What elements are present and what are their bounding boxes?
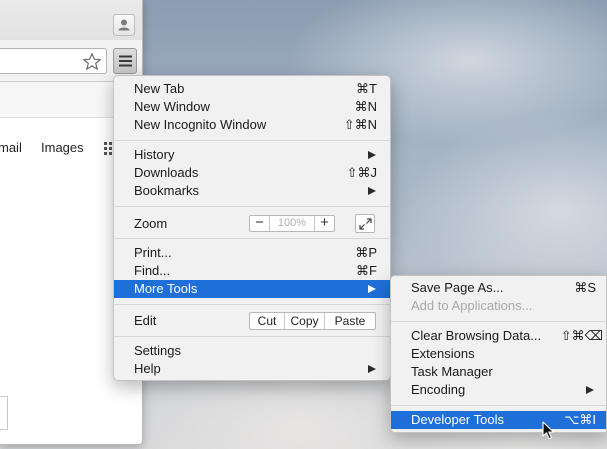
menu-item-label: Print... xyxy=(134,245,172,260)
menu-separator xyxy=(391,321,606,322)
menu-item-task-manager[interactable]: Task Manager xyxy=(391,363,606,381)
menu-separator xyxy=(114,336,390,337)
copy-button[interactable]: Copy xyxy=(284,313,324,329)
menu-item-zoom: Zoom − 100% + xyxy=(114,213,390,235)
menu-item-edit: Edit Cut Copy Paste xyxy=(114,310,390,332)
zoom-level: 100% xyxy=(277,217,307,229)
zoom-control: − 100% + xyxy=(249,215,335,232)
shortcut-label: ⌘F xyxy=(356,263,377,278)
paste-button[interactable]: Paste xyxy=(324,313,375,329)
profile-icon xyxy=(118,19,130,31)
address-bar[interactable] xyxy=(0,48,107,74)
submenu-arrow-icon xyxy=(368,187,376,195)
shortcut-label: ⌘T xyxy=(356,81,377,96)
menu-separator xyxy=(114,238,390,239)
shortcut-label: ⌘S xyxy=(574,280,596,295)
menu-item-label: Edit xyxy=(134,313,157,328)
images-link[interactable]: Images xyxy=(41,140,84,155)
menu-item-extensions[interactable]: Extensions xyxy=(391,345,606,363)
menu-item-label: Task Manager xyxy=(411,364,493,379)
zoom-out-button[interactable]: − xyxy=(250,215,270,231)
more-tools-submenu: Save Page As... ⌘S Add to Applications..… xyxy=(390,275,607,433)
menu-item-settings[interactable]: Settings xyxy=(114,342,390,360)
menu-item-label: Settings xyxy=(134,343,181,358)
menu-item-label: New Window xyxy=(134,99,210,114)
browser-main-menu: New Tab ⌘T New Window ⌘N New Incognito W… xyxy=(113,75,391,381)
menu-item-label: Encoding xyxy=(411,382,466,397)
edit-controls: Cut Copy Paste xyxy=(249,312,376,330)
menu-separator xyxy=(114,140,390,141)
mouse-cursor-icon xyxy=(542,421,555,440)
fullscreen-icon xyxy=(359,218,372,230)
star-icon[interactable] xyxy=(82,52,102,72)
search-box[interactable] xyxy=(0,396,8,430)
submenu-arrow-icon xyxy=(586,386,594,394)
menu-item-history[interactable]: History xyxy=(114,146,390,164)
menu-item-label: New Tab xyxy=(134,81,185,96)
menu-item-new-window[interactable]: New Window ⌘N xyxy=(114,98,390,116)
shortcut-label: ⇧⌘J xyxy=(346,165,377,180)
submenu-arrow-icon xyxy=(368,151,376,159)
title-bar xyxy=(0,0,142,40)
menu-item-label: Find... xyxy=(134,263,171,278)
menu-item-find[interactable]: Find... ⌘F xyxy=(114,262,390,280)
menu-separator xyxy=(114,206,390,207)
shortcut-label: ⌘P xyxy=(355,245,377,260)
cut-button[interactable]: Cut xyxy=(250,313,284,329)
menu-item-label: History xyxy=(134,147,175,162)
shortcut-label: ⇧⌘N xyxy=(343,117,377,132)
menu-item-label: Save Page As... xyxy=(411,280,504,295)
shortcut-label: ⇧⌘⌫ xyxy=(560,328,603,343)
menu-item-label: Zoom xyxy=(134,216,168,231)
menu-item-label: More Tools xyxy=(134,281,198,296)
submenu-arrow-icon xyxy=(368,365,376,373)
menu-item-developer-tools[interactable]: Developer Tools ⌥⌘I xyxy=(391,411,606,429)
menu-item-save-page-as[interactable]: Save Page As... ⌘S xyxy=(391,279,606,297)
menu-item-new-tab[interactable]: New Tab ⌘T xyxy=(114,80,390,98)
menu-item-more-tools[interactable]: More Tools xyxy=(114,280,390,298)
menu-item-label: Help xyxy=(134,361,161,376)
menu-item-downloads[interactable]: Downloads ⇧⌘J xyxy=(114,164,390,182)
menu-button[interactable] xyxy=(113,48,137,74)
submenu-arrow-icon xyxy=(368,285,376,293)
hamburger-menu-icon xyxy=(119,55,132,67)
menu-item-label: Extensions xyxy=(411,346,475,361)
shortcut-label: ⌘N xyxy=(354,99,377,114)
menu-item-label: Clear Browsing Data... xyxy=(411,328,542,343)
menu-item-label: Downloads xyxy=(134,165,199,180)
menu-item-help[interactable]: Help xyxy=(114,360,390,378)
menu-item-bookmarks[interactable]: Bookmarks xyxy=(114,182,390,200)
menu-item-print[interactable]: Print... ⌘P xyxy=(114,244,390,262)
shortcut-label: ⌥⌘I xyxy=(564,412,596,427)
profile-button[interactable] xyxy=(113,14,135,36)
zoom-in-button[interactable]: + xyxy=(314,215,334,231)
gmail-link[interactable]: mail xyxy=(0,140,22,155)
menu-separator xyxy=(114,304,390,305)
menu-item-label: Add to Applications... xyxy=(411,298,533,313)
menu-item-encoding[interactable]: Encoding xyxy=(391,381,606,399)
menu-item-label: Bookmarks xyxy=(134,183,200,198)
menu-item-label: New Incognito Window xyxy=(134,117,267,132)
menu-item-new-incognito-window[interactable]: New Incognito Window ⇧⌘N xyxy=(114,116,390,134)
menu-item-add-to-applications: Add to Applications... xyxy=(391,297,606,315)
fullscreen-button[interactable] xyxy=(355,214,375,233)
menu-separator xyxy=(391,405,606,406)
menu-item-label: Developer Tools xyxy=(411,412,504,427)
menu-item-clear-browsing-data[interactable]: Clear Browsing Data... ⇧⌘⌫ xyxy=(391,327,606,345)
